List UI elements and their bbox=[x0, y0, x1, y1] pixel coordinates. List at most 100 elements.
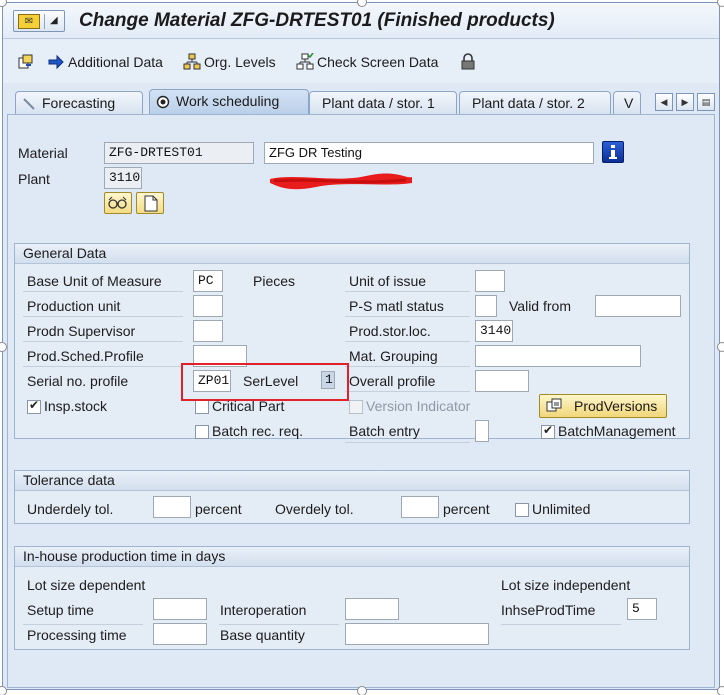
tab-work-scheduling[interactable]: Work scheduling bbox=[149, 89, 309, 115]
interoperation-field[interactable] bbox=[345, 598, 399, 620]
tab-plant-data-stor-1-label: Plant data / stor. 1 bbox=[322, 95, 435, 111]
org-levels-button[interactable]: Org. Levels bbox=[183, 52, 276, 72]
underdely-tol-label: Underdely tol. bbox=[27, 501, 114, 517]
system-menu-button[interactable]: ✉ ◢ bbox=[13, 10, 65, 32]
tab-scroll-left-button[interactable]: ◀ bbox=[655, 93, 673, 111]
tab-strip: Forecasting Work scheduling Plant data /… bbox=[3, 89, 719, 115]
batch-rec-req-checkbox[interactable] bbox=[195, 425, 209, 439]
prod-stor-loc-label: Prod.stor.loc. bbox=[349, 323, 431, 339]
base-uom-field[interactable]: PC bbox=[193, 270, 223, 292]
material-description-field[interactable]: ZFG DR Testing bbox=[264, 142, 594, 164]
ps-matl-status-label: P-S matl status bbox=[349, 298, 444, 314]
tab-scroll-right-button[interactable]: ▶ bbox=[676, 93, 694, 111]
resize-handle bbox=[717, 342, 724, 352]
overall-profile-field[interactable] bbox=[475, 370, 529, 392]
prod-versions-label: ProdVersions bbox=[574, 398, 658, 414]
other-material-button[interactable] bbox=[17, 52, 38, 72]
resize-handle bbox=[717, 0, 724, 7]
underdely-tol-field[interactable] bbox=[153, 496, 191, 518]
lot-size-dependent-label: Lot size dependent bbox=[27, 577, 146, 593]
tab-forecasting[interactable]: Forecasting bbox=[15, 91, 143, 115]
page-title: Change Material ZFG-DRTEST01 (Finished p… bbox=[79, 10, 555, 31]
check-screen-data-button[interactable]: Check Screen Data bbox=[296, 52, 438, 72]
tab-plant-data-stor-2[interactable]: Plant data / stor. 2 bbox=[459, 91, 611, 115]
prodn-supervisor-label: Prodn Supervisor bbox=[27, 323, 136, 339]
general-data-header: General Data bbox=[15, 244, 689, 264]
setup-time-field[interactable] bbox=[153, 598, 207, 620]
title-bar: ✉ ◢ Change Material ZFG-DRTEST01 (Finish… bbox=[3, 3, 719, 39]
glasses-icon bbox=[108, 196, 127, 209]
prod-stor-loc-field[interactable]: 3140 bbox=[475, 320, 513, 342]
overdely-tol-label: Overdely tol. bbox=[275, 501, 354, 517]
overall-profile-label: Overall profile bbox=[349, 373, 436, 389]
check-data-icon bbox=[296, 52, 314, 71]
production-unit-field[interactable] bbox=[193, 295, 223, 317]
dropdown-arrow-icon: ◢ bbox=[50, 15, 58, 26]
plant-settings-button[interactable] bbox=[104, 192, 132, 214]
processing-time-label: Processing time bbox=[27, 627, 127, 643]
additional-data-button[interactable]: Additional Data bbox=[47, 52, 163, 72]
ps-matl-status-field[interactable] bbox=[475, 295, 497, 317]
org-levels-label: Org. Levels bbox=[204, 54, 276, 70]
tab-work-scheduling-label: Work scheduling bbox=[176, 93, 280, 109]
sap-window: ✉ ◢ Change Material ZFG-DRTEST01 (Finish… bbox=[2, 2, 720, 690]
production-unit-label: Production unit bbox=[27, 298, 121, 314]
batch-management-label: BatchManagement bbox=[558, 423, 676, 439]
underdely-percent-label: percent bbox=[195, 501, 242, 517]
inhse-prod-time-field[interactable]: 5 bbox=[627, 598, 657, 620]
create-document-button[interactable] bbox=[136, 192, 164, 214]
work-scheduling-panel: Material ZFG-DRTEST01 ZFG DR Testing Pla… bbox=[7, 114, 715, 688]
resize-handle bbox=[357, 686, 367, 695]
lock-icon bbox=[459, 53, 477, 71]
document-icon bbox=[144, 195, 158, 212]
mat-grouping-field[interactable] bbox=[475, 345, 641, 367]
tab-plant-data-stor-1[interactable]: Plant data / stor. 1 bbox=[309, 91, 457, 115]
check-screen-data-label: Check Screen Data bbox=[317, 54, 439, 70]
tab-corner-icon bbox=[23, 98, 35, 110]
inhse-prod-time-label: InhseProdTime bbox=[501, 602, 596, 618]
base-uom-label: Base Unit of Measure bbox=[27, 273, 162, 289]
redaction-mark bbox=[270, 173, 412, 190]
tab-list-button[interactable]: ▤ bbox=[697, 93, 715, 111]
system-menu-icon: ✉ bbox=[18, 14, 40, 29]
info-icon bbox=[609, 145, 617, 159]
unlimited-checkbox[interactable] bbox=[515, 503, 529, 517]
resize-handle bbox=[717, 686, 724, 695]
batch-entry-label: Batch entry bbox=[349, 423, 420, 439]
base-quantity-field[interactable] bbox=[345, 623, 489, 645]
arrow-right-icon bbox=[47, 53, 65, 71]
overdely-percent-label: percent bbox=[443, 501, 490, 517]
inhouse-production-header: In-house production time in days bbox=[15, 547, 689, 567]
material-label: Material bbox=[18, 145, 68, 161]
unlimited-label: Unlimited bbox=[532, 501, 591, 517]
setup-time-label: Setup time bbox=[27, 602, 94, 618]
lot-size-independent-label: Lot size independent bbox=[501, 577, 631, 593]
tab-forecasting-label: Forecasting bbox=[42, 95, 116, 111]
insp-stock-checkbox[interactable] bbox=[27, 398, 41, 414]
lock-button[interactable] bbox=[459, 52, 480, 72]
batch-entry-field[interactable] bbox=[475, 420, 489, 442]
processing-time-field[interactable] bbox=[153, 623, 207, 645]
tab-more-label: V bbox=[624, 95, 634, 111]
version-indicator-checkbox bbox=[349, 400, 363, 414]
interoperation-label: Interoperation bbox=[220, 602, 307, 618]
batch-management-checkbox[interactable] bbox=[541, 423, 555, 439]
active-tab-icon bbox=[156, 95, 170, 109]
inhouse-production-group: In-house production time in days Lot siz… bbox=[14, 546, 690, 650]
valid-from-field[interactable] bbox=[595, 295, 681, 317]
application-toolbar: Additional Data Org. Levels Check Screen… bbox=[3, 39, 719, 83]
unit-of-issue-field[interactable] bbox=[475, 270, 505, 292]
plant-field: 3110 bbox=[104, 167, 142, 189]
info-button[interactable] bbox=[602, 141, 624, 163]
overdely-tol-field[interactable] bbox=[401, 496, 439, 518]
system-menu-separator bbox=[44, 14, 45, 29]
general-data-group: General Data Base Unit of Measure PC Pie… bbox=[14, 243, 690, 443]
critical-part-checkbox[interactable] bbox=[195, 400, 209, 414]
prod-versions-button[interactable]: ProdVersions bbox=[539, 394, 667, 418]
additional-data-label: Additional Data bbox=[68, 54, 163, 70]
resize-handle bbox=[0, 686, 7, 695]
prodn-supervisor-field[interactable] bbox=[193, 320, 223, 342]
tab-more[interactable]: V bbox=[613, 91, 641, 115]
insp-stock-label: Insp.stock bbox=[44, 398, 108, 414]
version-indicator-label: Version Indicator bbox=[366, 398, 471, 414]
